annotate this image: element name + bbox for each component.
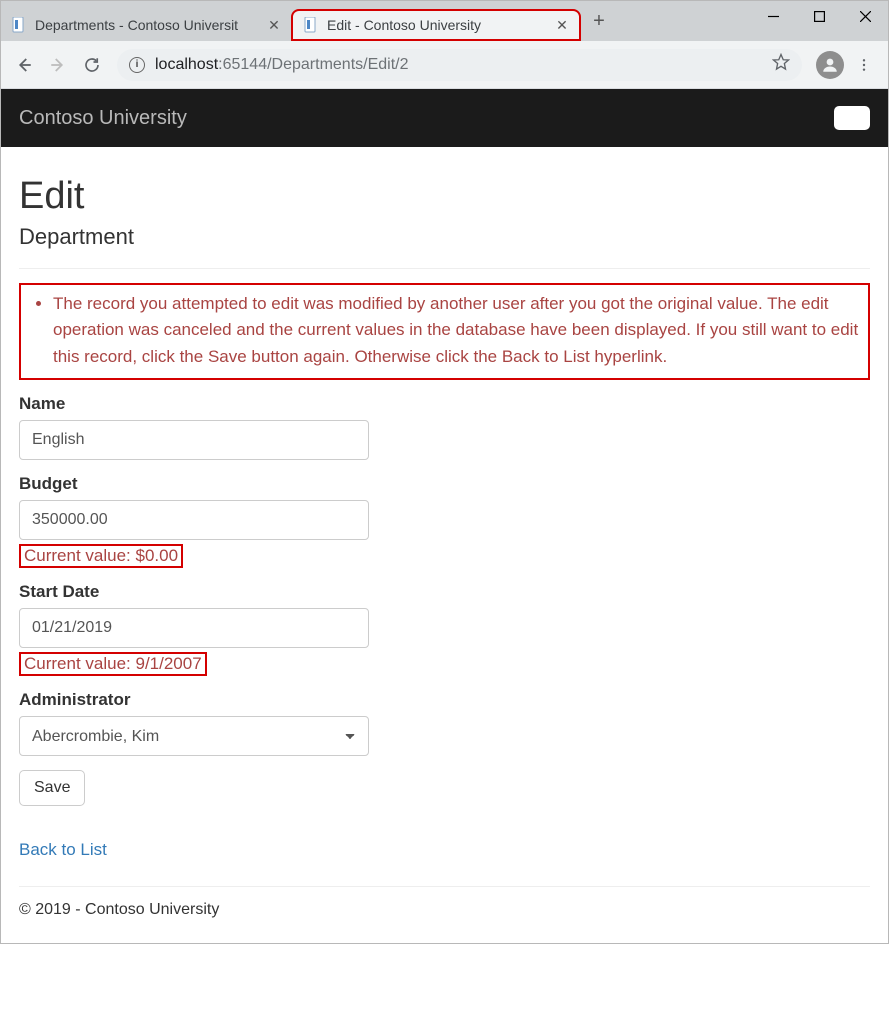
administrator-label: Administrator bbox=[19, 690, 870, 710]
profile-avatar-icon[interactable] bbox=[816, 51, 844, 79]
startdate-validation-message: Current value: 9/1/2007 bbox=[19, 652, 207, 676]
startdate-label: Start Date bbox=[19, 582, 870, 602]
tab-strip: Departments - Contoso Universit ✕ Edit -… bbox=[1, 1, 888, 41]
browser-window: Departments - Contoso Universit ✕ Edit -… bbox=[0, 0, 889, 944]
window-controls bbox=[750, 1, 888, 31]
back-to-list-link[interactable]: Back to List bbox=[19, 840, 107, 860]
page-icon bbox=[303, 17, 319, 33]
close-window-button[interactable] bbox=[842, 1, 888, 31]
form-group-submit: Save bbox=[19, 770, 870, 806]
url-text: localhost:65144/Departments/Edit/2 bbox=[155, 56, 409, 74]
name-label: Name bbox=[19, 394, 870, 414]
forward-button[interactable] bbox=[41, 48, 75, 82]
close-icon[interactable]: ✕ bbox=[267, 18, 281, 32]
close-icon[interactable]: ✕ bbox=[555, 18, 569, 32]
form-group-budget: Budget Current value: $0.00 bbox=[19, 474, 870, 568]
budget-label: Budget bbox=[19, 474, 870, 494]
reload-button[interactable] bbox=[75, 48, 109, 82]
minimize-button[interactable] bbox=[750, 1, 796, 31]
form-group-name: Name bbox=[19, 394, 870, 460]
site-info-icon[interactable]: i bbox=[129, 57, 145, 73]
footer-text: © 2019 - Contoso University bbox=[19, 901, 870, 919]
page-icon bbox=[11, 17, 27, 33]
budget-input[interactable] bbox=[19, 500, 369, 540]
url-port: :65144 bbox=[218, 56, 267, 73]
page-title: Edit bbox=[19, 175, 870, 218]
browser-toolbar: i localhost:65144/Departments/Edit/2 bbox=[1, 41, 888, 89]
url-host: localhost bbox=[155, 56, 218, 73]
maximize-button[interactable] bbox=[796, 1, 842, 31]
new-tab-button[interactable]: + bbox=[585, 7, 613, 35]
form-group-startdate: Start Date Current value: 9/1/2007 bbox=[19, 582, 870, 676]
app-brand[interactable]: Contoso University bbox=[19, 107, 187, 130]
validation-summary: The record you attempted to edit was mod… bbox=[19, 283, 870, 380]
name-input[interactable] bbox=[19, 420, 369, 460]
footer-divider bbox=[19, 886, 870, 887]
budget-validation-message: Current value: $0.00 bbox=[19, 544, 183, 568]
divider bbox=[19, 268, 870, 269]
tab-title: Edit - Contoso University bbox=[327, 17, 549, 33]
bookmark-star-icon[interactable] bbox=[772, 53, 790, 76]
browser-tab-inactive[interactable]: Departments - Contoso Universit ✕ bbox=[1, 9, 291, 41]
browser-menu-icon[interactable] bbox=[850, 51, 878, 79]
browser-tab-active[interactable]: Edit - Contoso University ✕ bbox=[291, 9, 581, 41]
validation-summary-message: The record you attempted to edit was mod… bbox=[53, 291, 860, 370]
administrator-select[interactable]: Abercrombie, Kim bbox=[19, 716, 369, 756]
save-button[interactable]: Save bbox=[19, 770, 85, 806]
back-button[interactable] bbox=[7, 48, 41, 82]
page-subtitle: Department bbox=[19, 224, 870, 250]
page-content: Edit Department The record you attempted… bbox=[1, 147, 888, 943]
address-bar[interactable]: i localhost:65144/Departments/Edit/2 bbox=[117, 49, 802, 81]
startdate-input[interactable] bbox=[19, 608, 369, 648]
url-path: /Departments/Edit/2 bbox=[267, 56, 408, 73]
form-group-administrator: Administrator Abercrombie, Kim bbox=[19, 690, 870, 756]
tab-title: Departments - Contoso Universit bbox=[35, 17, 261, 33]
navbar-toggle-button[interactable] bbox=[834, 106, 870, 130]
app-navbar: Contoso University bbox=[1, 89, 888, 147]
